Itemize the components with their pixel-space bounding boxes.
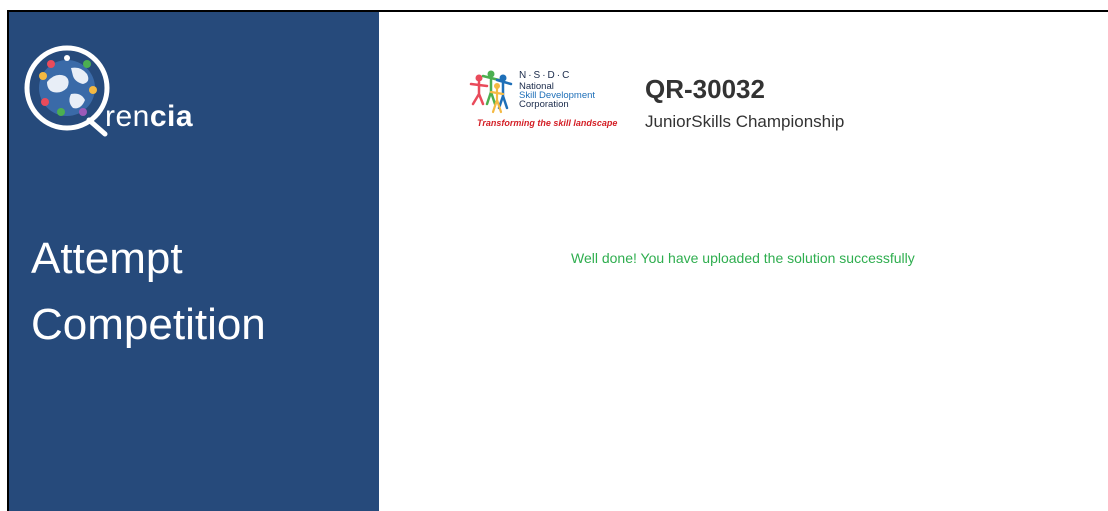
nsdc-abbrev: N·S·D·C — [519, 70, 572, 81]
page-title-line2: Competition — [31, 300, 266, 349]
qrencia-wordmark: rencia — [105, 100, 193, 134]
competition-code: QR-30032 — [645, 74, 765, 104]
wordmark-bold: cia — [149, 100, 194, 133]
competition-name: JuniorSkills Championship — [645, 112, 845, 131]
page-title: Attempt Competition — [31, 226, 266, 358]
qrencia-logo[interactable]: rencia — [21, 42, 221, 142]
success-message: Well done! You have uploaded the solutio… — [571, 250, 915, 266]
nsdc-tagline: Transforming the skill landscape — [477, 118, 618, 128]
main-content: N·S·D·C National Skill Development Corpo… — [379, 12, 1108, 511]
wordmark-light: ren — [105, 100, 150, 133]
nsdc-logo: N·S·D·C National Skill Development Corpo… — [469, 68, 617, 132]
sidebar: rencia Attempt Competition — [9, 12, 379, 511]
page-frame: rencia Attempt Competition N·S·D·C Natio… — [7, 10, 1108, 511]
page-title-line1: Attempt — [31, 234, 183, 283]
nsdc-name-line3: Corporation — [519, 99, 569, 110]
nsdc-name: National Skill Development Corporation — [519, 82, 595, 110]
nsdc-people-icon — [469, 70, 513, 114]
